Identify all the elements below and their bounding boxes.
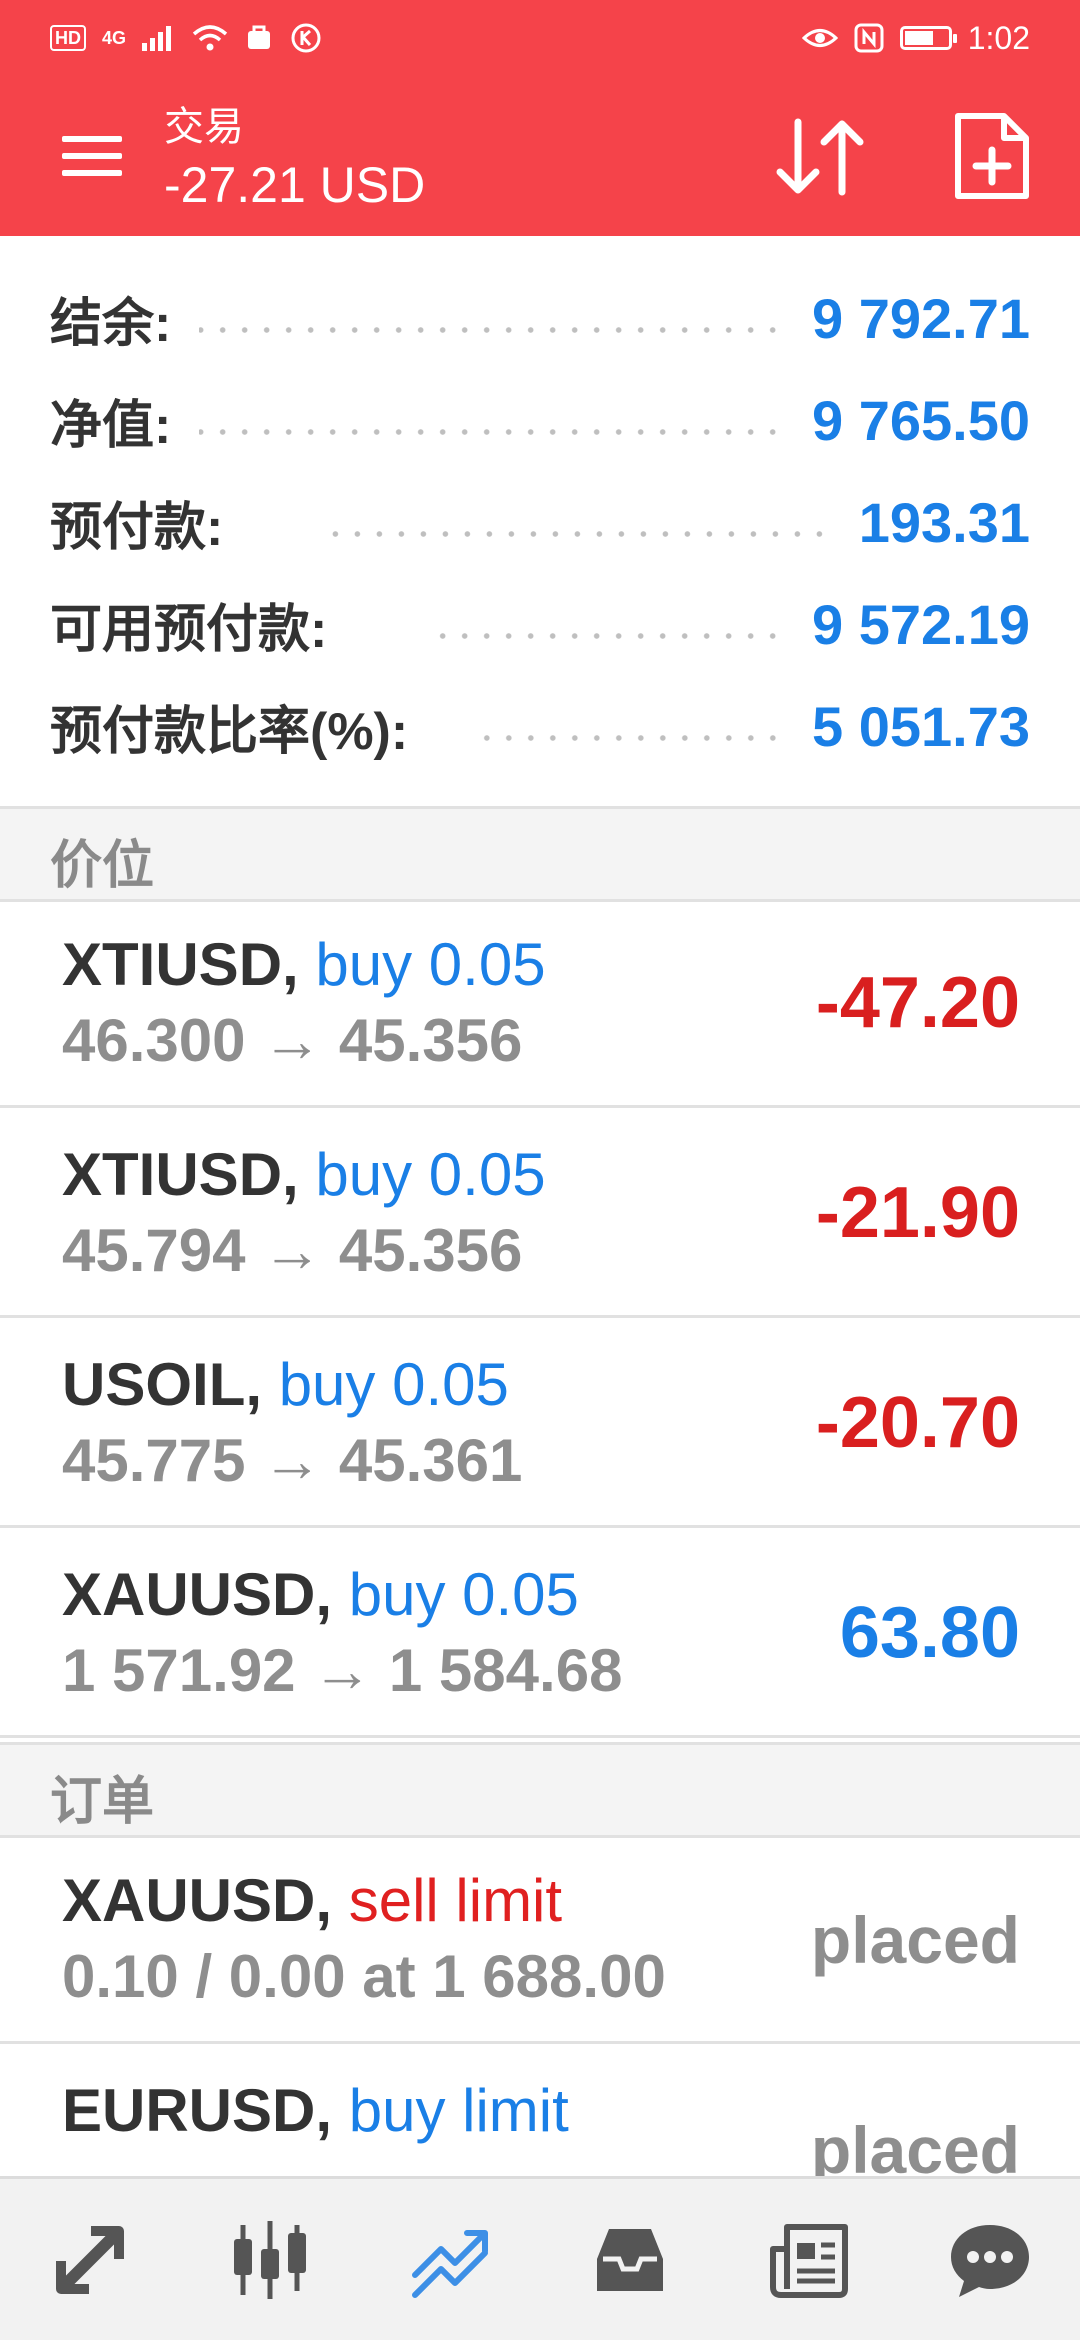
position-side: buy 0.05 bbox=[315, 1141, 546, 1208]
position-prices: 46.300 → 45.356 bbox=[62, 1007, 523, 1074]
wifi-icon bbox=[192, 25, 228, 51]
nav-quotes[interactable] bbox=[35, 2205, 145, 2315]
order-symbol: EURUSD, bbox=[62, 2077, 333, 2144]
battery-icon bbox=[899, 26, 957, 50]
nav-history[interactable] bbox=[575, 2205, 685, 2315]
top-bar: HD 4G 1:02 交易 -27.21 USD bbox=[0, 0, 1080, 236]
order-status: placed bbox=[810, 1903, 1020, 1977]
sort-icon[interactable] bbox=[770, 112, 870, 202]
position-row[interactable]: XTIUSD, buy 0.05 46.300 → 45.356 -47.20 bbox=[0, 902, 1080, 1108]
position-profit: -20.70 bbox=[815, 1383, 1020, 1463]
summary-label: 结余: bbox=[50, 294, 172, 353]
section-title: 价位 bbox=[50, 837, 155, 895]
summary-row-margin: 预付款: 193.31 bbox=[50, 482, 1030, 562]
order-title: EURUSD, buy limit bbox=[62, 2076, 569, 2145]
position-profit: -21.90 bbox=[815, 1173, 1020, 1253]
summary-label: 净值: bbox=[50, 396, 172, 455]
position-prices: 1 571.92 → 1 584.68 bbox=[62, 1637, 623, 1704]
summary-value: 5 051.73 bbox=[812, 694, 1030, 758]
status-time: 1:02 bbox=[967, 19, 1030, 56]
new-order-icon[interactable] bbox=[946, 110, 1036, 202]
summary-row-equity: 净值: 9 765.50 bbox=[50, 380, 1030, 460]
chart-candles-icon bbox=[234, 2220, 306, 2299]
position-title: USOIL, buy 0.05 bbox=[62, 1350, 509, 1419]
summary-value: 9 765.50 bbox=[812, 388, 1030, 452]
page-title: 交易 bbox=[164, 105, 244, 149]
status-bar: HD 4G 1:02 bbox=[0, 0, 1080, 76]
menu-icon bbox=[62, 136, 122, 142]
summary-row-balance: 结余: 9 792.71 bbox=[50, 278, 1030, 358]
position-title: XTIUSD, buy 0.05 bbox=[62, 1140, 546, 1209]
news-icon bbox=[770, 2223, 848, 2298]
position-symbol: XTIUSD, bbox=[62, 931, 299, 998]
order-symbol: XAUUSD, bbox=[62, 1867, 333, 1934]
position-row[interactable]: USOIL, buy 0.05 45.775 → 45.361 -20.70 bbox=[0, 1322, 1080, 1528]
position-symbol: XTIUSD, bbox=[62, 1141, 299, 1208]
order-details: 0.10 / 0.00 at 1 688.00 bbox=[62, 1943, 666, 2010]
section-title: 订单 bbox=[50, 1773, 155, 1831]
summary-row-free-margin: 可用预付款: 9 572.19 bbox=[50, 584, 1030, 664]
dot-leader bbox=[199, 429, 785, 435]
position-row[interactable]: XTIUSD, buy 0.05 45.794 → 45.356 -21.90 bbox=[0, 1112, 1080, 1318]
account-summary: 结余: 9 792.71 净值: 9 765.50 预付款: 193.31 可用… bbox=[0, 236, 1080, 806]
order-title: XAUUSD, sell limit bbox=[62, 1866, 562, 1935]
summary-label: 预付款: bbox=[50, 498, 224, 557]
nav-messages[interactable] bbox=[935, 2205, 1045, 2315]
summary-row-margin-level: 预付款比率(%): 5 051.73 bbox=[50, 686, 1030, 766]
position-symbol: USOIL, bbox=[62, 1351, 263, 1418]
app-header: 交易 -27.21 USD bbox=[0, 76, 1080, 236]
history-inbox-icon bbox=[597, 2228, 663, 2291]
position-symbol: XAUUSD, bbox=[62, 1561, 333, 1628]
summary-value: 9 792.71 bbox=[812, 286, 1030, 350]
order-row[interactable]: XAUUSD, sell limit 0.10 / 0.00 at 1 688.… bbox=[0, 1838, 1080, 2044]
dot-leader bbox=[199, 327, 785, 333]
summary-value: 193.31 bbox=[858, 490, 1030, 554]
orders-header: 订单 bbox=[0, 1742, 1080, 1838]
position-profit: -47.20 bbox=[815, 963, 1020, 1043]
menu-button[interactable] bbox=[52, 126, 132, 186]
nav-trade[interactable] bbox=[395, 2205, 505, 2315]
position-title: XAUUSD, buy 0.05 bbox=[62, 1560, 579, 1629]
position-prices: 45.775 → 45.361 bbox=[62, 1427, 523, 1494]
order-type: buy limit bbox=[348, 2077, 569, 2144]
order-type: sell limit bbox=[348, 1867, 563, 1934]
dot-leader bbox=[427, 633, 785, 639]
nfc-icon bbox=[854, 23, 884, 53]
position-profit: 63.80 bbox=[839, 1593, 1020, 1673]
nav-chart[interactable] bbox=[215, 2205, 325, 2315]
positions-header: 价位 bbox=[0, 806, 1080, 902]
status-right: 1:02 bbox=[801, 19, 1030, 57]
dot-leader bbox=[323, 531, 831, 537]
app-notification-icon bbox=[248, 25, 271, 49]
signal-icon bbox=[142, 26, 172, 51]
status-left: HD 4G bbox=[50, 22, 322, 54]
position-prices: 45.794 → 45.356 bbox=[62, 1217, 523, 1284]
eye-icon bbox=[801, 29, 838, 47]
position-title: XTIUSD, buy 0.05 bbox=[62, 930, 546, 999]
summary-label: 预付款比率(%): bbox=[50, 702, 409, 761]
position-side: buy 0.05 bbox=[315, 931, 546, 998]
hd-badge: HD bbox=[50, 25, 86, 51]
dot-leader bbox=[478, 735, 785, 741]
network-type: 4G bbox=[102, 27, 127, 48]
messages-chat-icon bbox=[951, 2224, 1029, 2297]
k-app-icon bbox=[291, 23, 321, 53]
summary-label: 可用预付款: bbox=[50, 600, 328, 659]
floating-profit: -27.21 USD bbox=[164, 157, 426, 213]
position-row[interactable]: XAUUSD, buy 0.05 1 571.92 → 1 584.68 63.… bbox=[0, 1532, 1080, 1738]
quotes-arrows-icon bbox=[56, 2225, 124, 2294]
position-side: buy 0.05 bbox=[278, 1351, 509, 1418]
position-side: buy 0.05 bbox=[348, 1561, 579, 1628]
bottom-navigation bbox=[0, 2176, 1080, 2340]
trade-trend-icon bbox=[412, 2229, 488, 2298]
summary-value: 9 572.19 bbox=[812, 592, 1030, 656]
nav-news[interactable] bbox=[755, 2205, 865, 2315]
